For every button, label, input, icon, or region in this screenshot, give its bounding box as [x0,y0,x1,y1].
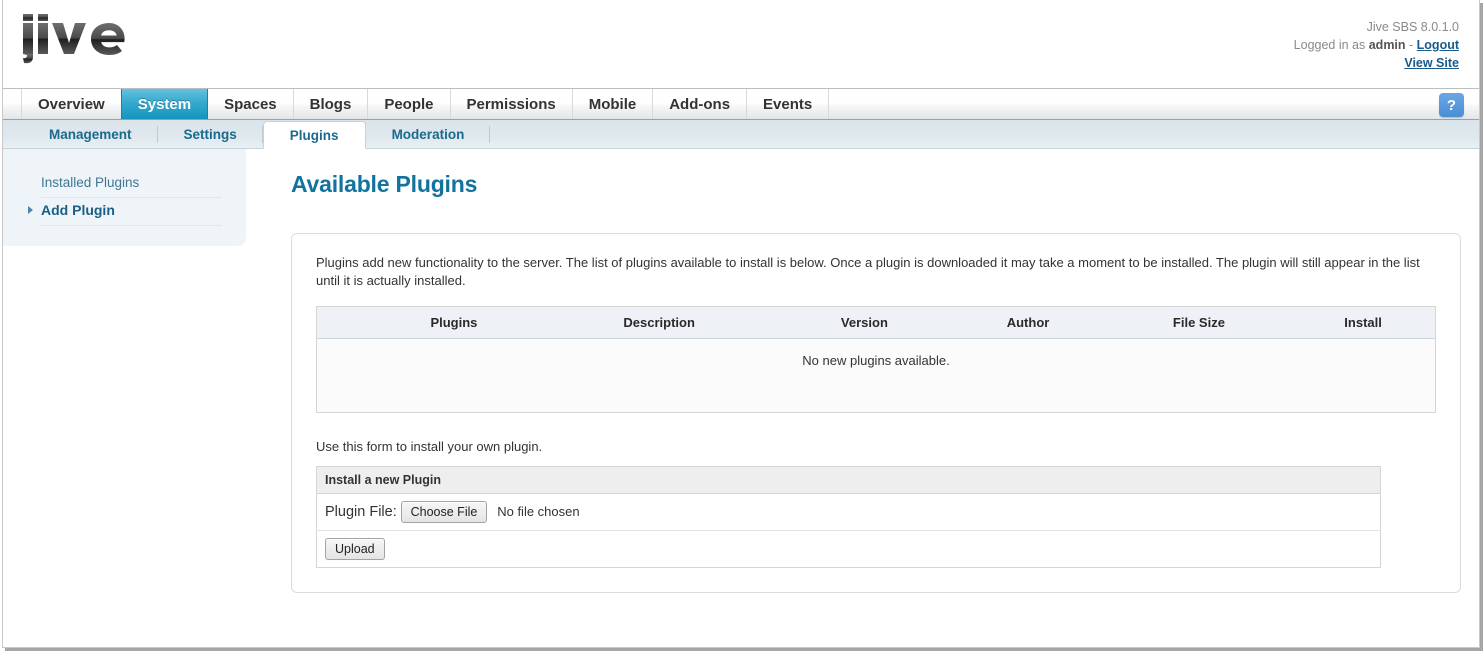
nav-tab-people[interactable]: People [368,89,450,119]
subtab-management[interactable]: Management [23,121,158,148]
sidebar-list: Installed Plugins Add Plugin [3,149,246,226]
table-header-install: Install [1291,307,1435,339]
table-header-row: Plugins Description Version Author File … [317,307,1436,339]
nav-tab-add-ons[interactable]: Add-ons [653,89,747,119]
view-site-link[interactable]: View Site [1404,56,1459,70]
subtab-settings-label: Settings [184,127,237,142]
logged-in-line: Logged in as admin - Logout [1294,36,1459,54]
table-header-version: Version [779,307,949,339]
table-header-author: Author [949,307,1106,339]
page-frame: Jive SBS 8.0.1.0 Logged in as admin - Lo… [2,0,1480,648]
intro-text: Plugins add new functionality to the ser… [316,254,1436,290]
nav-tab-events[interactable]: Events [747,89,829,119]
table-header-plugins: Plugins [369,307,539,339]
sidebar-item-label: Add Plugin [41,202,115,218]
page-header: Jive SBS 8.0.1.0 Logged in as admin - Lo… [3,0,1479,88]
table-header-file-size: File Size [1107,307,1291,339]
subtab-moderation[interactable]: Moderation [366,121,491,148]
subtab-plugins-label: Plugins [290,128,339,143]
logged-in-username: admin [1369,38,1406,52]
subtab-settings[interactable]: Settings [158,121,263,148]
sidebar-item-label: Installed Plugins [41,175,139,190]
main-navigation: Overview System Spaces Blogs People Perm… [3,88,1479,120]
nav-tab-overview[interactable]: Overview [22,89,122,119]
install-form-legend: Install a new Plugin [317,467,1381,494]
install-form-file-row: Plugin File: Choose File No file chosen [317,494,1381,531]
table-row: No new plugins available. [317,339,1436,413]
triangle-right-icon [28,206,33,214]
nav-tab-system[interactable]: System [121,89,208,119]
install-plugin-form: Install a new Plugin Plugin File: Choose… [316,466,1381,568]
nav-tab-blogs[interactable]: Blogs [294,89,369,119]
sidebar-item-add-plugin[interactable]: Add Plugin [41,198,222,226]
subtab-management-label: Management [49,127,132,142]
logged-in-prefix: Logged in as [1294,38,1369,52]
install-form-upload-row: Upload [317,531,1381,568]
table-body: No new plugins available. [317,339,1436,413]
available-plugins-table: Plugins Description Version Author File … [316,306,1436,413]
sidebar: Installed Plugins Add Plugin [3,149,246,246]
upload-button[interactable]: Upload [325,538,385,560]
sidebar-item-installed-plugins[interactable]: Installed Plugins [41,171,222,198]
body-area: Installed Plugins Add Plugin Available P… [3,149,1479,635]
nav-tab-mobile[interactable]: Mobile [573,89,654,119]
subtab-plugins[interactable]: Plugins [263,121,366,149]
file-input-cell: Plugin File: Choose File No file chosen [317,494,1381,531]
main-content: Available Plugins Plugins add new functi… [271,149,1461,593]
choose-file-button[interactable]: Choose File [401,501,488,523]
jive-logo [21,12,131,64]
table-empty-message: No new plugins available. [317,339,1436,413]
upload-button-cell: Upload [317,531,1381,568]
subtab-moderation-label: Moderation [392,127,465,142]
help-icon[interactable]: ? [1439,93,1464,117]
main-nav-tabs: Overview System Spaces Blogs People Perm… [22,89,829,119]
nav-fill [828,89,1479,119]
page-title: Available Plugins [291,171,1461,198]
subtab-divider [489,126,490,143]
available-plugins-panel: Plugins add new functionality to the ser… [291,233,1461,593]
product-version: Jive SBS 8.0.1.0 [1294,18,1459,36]
table-header: Plugins Description Version Author File … [317,307,1436,339]
plugin-file-label: Plugin File: [325,504,397,520]
nav-tab-spaces[interactable]: Spaces [208,89,294,119]
install-form-header-row: Install a new Plugin [317,467,1381,494]
no-file-chosen-text: No file chosen [497,504,579,519]
nav-tab-permissions[interactable]: Permissions [451,89,573,119]
sub-navigation: Management Settings Plugins Moderation [3,120,1479,149]
logout-link[interactable]: Logout [1417,38,1459,52]
view-site-line: View Site [1294,54,1459,72]
nav-left-spacer [3,89,22,119]
table-header-blank [317,307,370,339]
header-account-info: Jive SBS 8.0.1.0 Logged in as admin - Lo… [1294,18,1459,72]
table-header-description: Description [539,307,780,339]
form-intro-text: Use this form to install your own plugin… [316,439,1436,454]
admin-console-page: Jive SBS 8.0.1.0 Logged in as admin - Lo… [0,0,1484,654]
logged-in-separator: - [1406,38,1417,52]
